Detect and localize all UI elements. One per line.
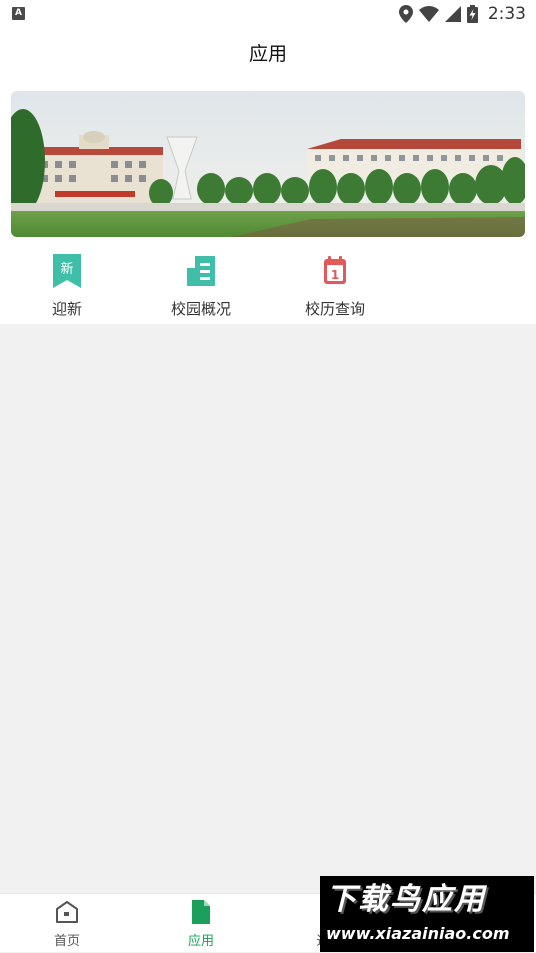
status-icons: 2:33 [398, 3, 526, 25]
welcome-new-icon: 新 [53, 254, 81, 288]
campus-banner[interactable] [11, 91, 525, 237]
quick-app-welcome[interactable]: 新 迎新 [11, 252, 123, 324]
location-icon [398, 5, 413, 23]
campus-photo [11, 91, 525, 237]
campus-building-icon [187, 256, 215, 286]
document-icon [192, 900, 210, 924]
calendar-badge-text: 1 [331, 268, 339, 282]
watermark-url: www.xiazainiao.com [326, 924, 510, 943]
tab-home[interactable]: 首页 [0, 894, 134, 953]
app-header: 应用 [0, 28, 536, 80]
notification-a-icon: A [12, 7, 25, 20]
apps-panel: 新 迎新 校园概况 1 校历查询 [0, 80, 536, 324]
tab-label: 应用 [187, 934, 214, 949]
quick-app-label: 校园概况 [170, 300, 231, 318]
tab-label: 首页 [53, 934, 80, 949]
battery-charging-icon [466, 5, 478, 23]
signal-icon [444, 6, 461, 22]
calendar-icon: 1 [324, 256, 346, 284]
watermark-logo: 下载鸟应用 www.xiazainiao.com [320, 876, 534, 952]
wifi-icon [418, 6, 439, 22]
status-time: 2:33 [487, 4, 526, 24]
page-title: 应用 [248, 43, 287, 65]
quick-app-calendar[interactable]: 1 校历查询 [279, 252, 391, 324]
welcome-badge-text: 新 [60, 261, 73, 277]
quick-app-label: 校历查询 [304, 300, 365, 318]
status-bar: A 2:33 [0, 0, 536, 28]
watermark-title: 下载鸟应用 [326, 882, 486, 917]
home-icon [56, 901, 78, 923]
tab-apps[interactable]: 应用 [134, 894, 268, 953]
quick-app-campus-overview[interactable]: 校园概况 [145, 252, 257, 324]
quick-apps-grid: 新 迎新 校园概况 1 校历查询 [0, 252, 536, 324]
quick-app-label: 迎新 [51, 300, 82, 318]
